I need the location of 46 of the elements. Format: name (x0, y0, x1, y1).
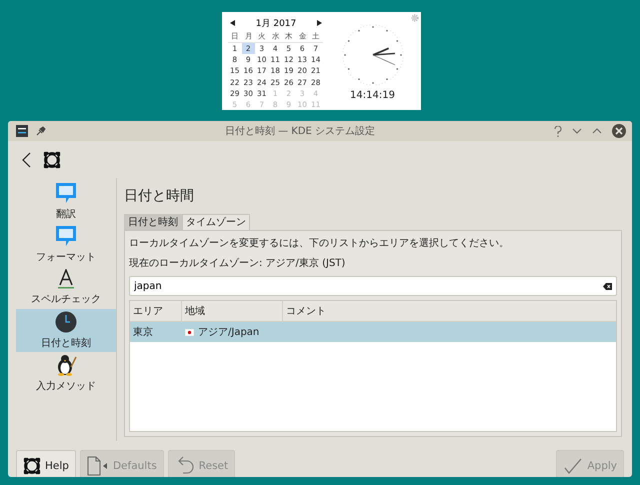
checkmark-icon (563, 456, 584, 476)
column-header[interactable]: 地域 (182, 301, 283, 321)
next-month-icon[interactable] (317, 20, 322, 26)
sidebar-label: スペルチェック (31, 293, 101, 306)
clock-icon (55, 311, 77, 333)
current-timezone-text: 現在のローカルタイムゾーン: アジア/東京 (JST) (129, 256, 346, 271)
speech-bubble-icon (55, 225, 77, 247)
tab[interactable]: タイムゾーン (182, 214, 250, 230)
sidebar-label: 入力メソッド (36, 380, 96, 393)
instructions-text: ローカルタイムゾーンを変更するには、下のリストからエリアを選択してください。 (129, 236, 510, 251)
table-cell-text: 東京 (132, 326, 154, 340)
lifebuoy-icon[interactable] (43, 150, 61, 168)
letter-a-icon (58, 269, 74, 289)
sidebar-item[interactable]: フォーマット (16, 223, 116, 266)
sidebar-label: 翻訳 (56, 208, 76, 221)
sidebar-item[interactable]: 日付と時刻 (16, 309, 116, 352)
table-cell-text: アジア/Japan (198, 326, 260, 339)
minimize-icon[interactable] (572, 128, 582, 134)
speech-bubble-icon (55, 182, 77, 204)
help-button[interactable]: Help (16, 450, 76, 477)
flag-icon (185, 328, 194, 336)
tab[interactable]: 日付と時刻 (124, 214, 182, 230)
clock-time: 14:14:19 (350, 90, 395, 101)
column-header[interactable]: エリア (130, 301, 182, 321)
page-title: 日付と時間 (124, 187, 195, 206)
maximize-icon[interactable] (592, 128, 602, 134)
search-field[interactable]: japan (129, 276, 617, 296)
month-label[interactable]: 1月 2017 (256, 16, 296, 30)
pin-icon[interactable] (36, 126, 46, 136)
document-icon (86, 456, 109, 476)
sidebar-label: 日付と時刻 (41, 336, 91, 350)
sidebar-item[interactable]: 入力メソッド (16, 352, 116, 395)
window-title: 日付と時刻 — KDE システム設定 (224, 124, 376, 138)
close-icon[interactable] (612, 124, 626, 138)
sidebar-label: フォーマット (36, 251, 96, 264)
sidebar-item[interactable]: スペルチェック (16, 266, 116, 309)
penguin-icon (55, 354, 77, 376)
back-icon[interactable] (22, 152, 31, 168)
help-icon[interactable] (554, 126, 562, 136)
clear-icon[interactable] (603, 282, 612, 290)
table-row[interactable]: 東京 アジア/Japan (130, 322, 616, 342)
sidebar-item[interactable]: 翻訳 (16, 180, 116, 223)
app-icon[interactable] (16, 125, 28, 137)
column-header[interactable]: コメント (283, 301, 616, 321)
previous-month-icon[interactable] (230, 20, 235, 26)
lifebuoy-icon (23, 457, 41, 475)
